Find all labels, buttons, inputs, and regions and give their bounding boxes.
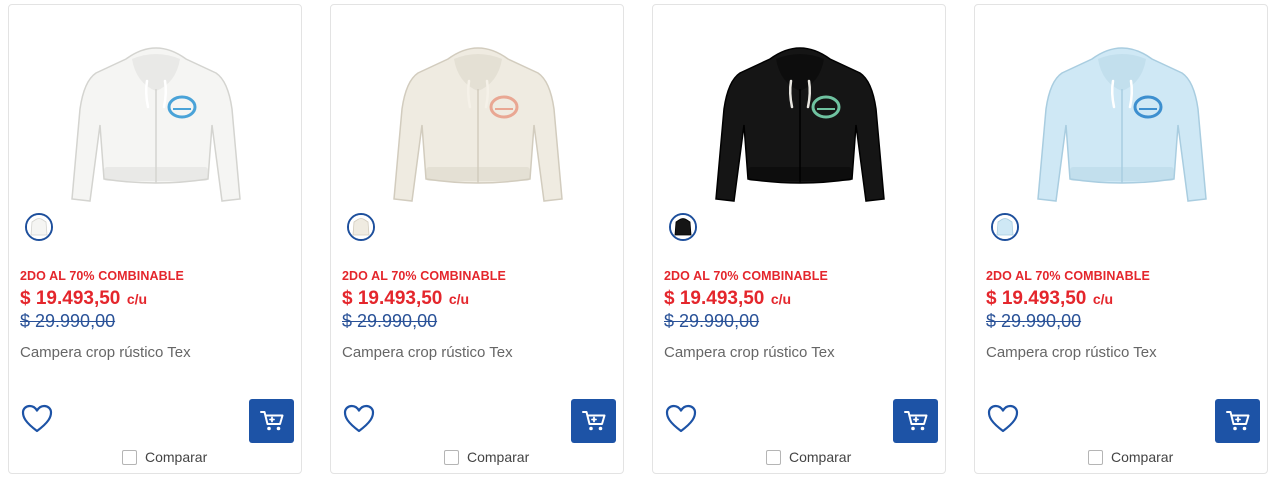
color-swatch[interactable] <box>347 213 375 241</box>
price-amount: $ 19.493,50 <box>20 288 121 309</box>
price-amount: $ 19.493,50 <box>986 288 1087 309</box>
compare-checkbox[interactable] <box>444 449 459 465</box>
hoodie-image <box>1037 47 1207 202</box>
compare-control: Comparar <box>766 449 851 465</box>
color-swatch[interactable] <box>991 213 1019 241</box>
product-card: 2DO AL 70% COMBINABLE $ 19.493,50 c/u $ … <box>330 4 624 474</box>
compare-label[interactable]: Comparar <box>789 449 851 465</box>
favorite-button[interactable] <box>986 403 1020 435</box>
product-name[interactable]: Campera crop rústico Tex <box>664 344 835 361</box>
add-to-cart-button[interactable] <box>893 399 938 443</box>
compare-control: Comparar <box>444 449 529 465</box>
price-amount: $ 19.493,50 <box>664 288 765 309</box>
compare-label[interactable]: Comparar <box>467 449 529 465</box>
promo-label: 2DO AL 70% COMBINABLE <box>20 269 184 283</box>
heart-outline-icon <box>21 404 53 433</box>
cart-icon <box>1225 411 1249 431</box>
compare-control: Comparar <box>122 449 207 465</box>
favorite-button[interactable] <box>664 403 698 435</box>
old-price: $ 29.990,00 <box>20 311 116 331</box>
price: $ 19.493,50 c/u <box>342 288 469 310</box>
favorite-button[interactable] <box>342 403 376 435</box>
old-price: $ 29.990,00 <box>342 311 438 331</box>
add-to-cart-button[interactable] <box>1215 399 1260 443</box>
price-unit: c/u <box>770 291 792 307</box>
price-unit: c/u <box>448 291 470 307</box>
price: $ 19.493,50 c/u <box>20 288 147 310</box>
promo-label: 2DO AL 70% COMBINABLE <box>664 269 828 283</box>
price-amount: $ 19.493,50 <box>342 288 443 309</box>
swatch-thumbnail <box>27 215 51 239</box>
compare-checkbox[interactable] <box>122 449 137 465</box>
compare-checkbox[interactable] <box>766 449 781 465</box>
promo-label: 2DO AL 70% COMBINABLE <box>342 269 506 283</box>
color-swatch[interactable] <box>669 213 697 241</box>
cart-icon <box>581 411 605 431</box>
product-name[interactable]: Campera crop rústico Tex <box>20 344 191 361</box>
product-image[interactable] <box>1022 29 1222 219</box>
product-card: 2DO AL 70% COMBINABLE $ 19.493,50 c/u $ … <box>652 4 946 474</box>
compare-checkbox[interactable] <box>1088 449 1103 465</box>
product-name[interactable]: Campera crop rústico Tex <box>986 344 1157 361</box>
price: $ 19.493,50 c/u <box>986 288 1113 310</box>
product-name[interactable]: Campera crop rústico Tex <box>342 344 513 361</box>
compare-control: Comparar <box>1088 449 1173 465</box>
product-image[interactable] <box>700 29 900 219</box>
old-price: $ 29.990,00 <box>664 311 760 331</box>
add-to-cart-button[interactable] <box>249 399 294 443</box>
promo-label: 2DO AL 70% COMBINABLE <box>986 269 1150 283</box>
price-unit: c/u <box>126 291 148 307</box>
hoodie-image <box>393 47 563 202</box>
price: $ 19.493,50 c/u <box>664 288 791 310</box>
swatch-thumbnail <box>349 215 373 239</box>
hoodie-image <box>71 47 241 202</box>
heart-outline-icon <box>987 404 1019 433</box>
product-grid: 2DO AL 70% COMBINABLE $ 19.493,50 c/u $ … <box>8 4 1272 476</box>
price-unit: c/u <box>1092 291 1114 307</box>
heart-outline-icon <box>665 404 697 433</box>
swatch-thumbnail <box>671 215 695 239</box>
add-to-cart-button[interactable] <box>571 399 616 443</box>
product-card: 2DO AL 70% COMBINABLE $ 19.493,50 c/u $ … <box>974 4 1268 474</box>
compare-label[interactable]: Comparar <box>145 449 207 465</box>
heart-outline-icon <box>343 404 375 433</box>
color-swatch[interactable] <box>25 213 53 241</box>
product-card: 2DO AL 70% COMBINABLE $ 19.493,50 c/u $ … <box>8 4 302 474</box>
old-price: $ 29.990,00 <box>986 311 1082 331</box>
compare-label[interactable]: Comparar <box>1111 449 1173 465</box>
cart-icon <box>259 411 283 431</box>
product-image[interactable] <box>378 29 578 219</box>
favorite-button[interactable] <box>20 403 54 435</box>
swatch-thumbnail <box>993 215 1017 239</box>
product-image[interactable] <box>56 29 256 219</box>
hoodie-image <box>715 47 885 202</box>
cart-icon <box>903 411 927 431</box>
